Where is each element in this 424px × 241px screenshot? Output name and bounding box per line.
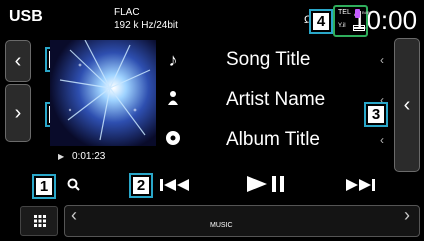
signal-icon: Y.il <box>338 23 346 29</box>
music-label: MUSIC <box>210 222 233 229</box>
tel-label: TEL <box>338 9 351 16</box>
sample-rate: 192 k Hz/24bit <box>114 20 178 31</box>
chevron-left-icon: ‹ <box>14 49 22 72</box>
play-pause-icon <box>247 176 284 192</box>
callout-1: 1 <box>32 174 56 199</box>
album-row[interactable]: Album Title ‹ <box>160 125 390 155</box>
grid-menu-icon <box>34 215 46 227</box>
elapsed-time: 0:01:23 <box>72 151 106 162</box>
artist-row[interactable]: Artist Name ‹ <box>160 85 390 115</box>
album-title: Album Title <box>226 129 320 150</box>
source-label: USB <box>9 8 43 25</box>
music-note-icon: ♪ <box>168 49 178 70</box>
next-track-button[interactable] <box>345 176 375 197</box>
skip-next-icon <box>346 179 375 191</box>
play-state-icon: ▶ <box>58 152 65 161</box>
previous-track-button[interactable] <box>160 176 190 197</box>
artist-name: Artist Name <box>226 89 326 110</box>
bottom-function-bar[interactable] <box>64 205 420 237</box>
chevron-right-icon[interactable]: › <box>404 205 410 226</box>
person-icon <box>160 90 186 111</box>
bt-profile-labels: Bt/BI <box>362 10 371 15</box>
chevron-left-icon: ‹ <box>403 93 411 116</box>
status-indicator-box: TEL Bt/BI Y.il <box>333 5 371 37</box>
play-pause-button[interactable] <box>247 176 287 197</box>
next-tab-button[interactable]: › <box>5 84 31 142</box>
callout-4: 4 <box>309 9 333 34</box>
skip-previous-icon <box>160 179 189 191</box>
phone-icon <box>355 9 360 18</box>
chevron-left-icon[interactable]: ‹ <box>380 53 384 67</box>
disc-icon <box>160 130 186 151</box>
search-icon <box>67 178 80 191</box>
callout-3: 3 <box>364 102 388 127</box>
chevron-left-icon[interactable]: ‹ <box>71 205 77 226</box>
menu-button[interactable] <box>20 206 58 236</box>
battery-icon <box>353 25 365 31</box>
right-panel-tab[interactable]: ‹ <box>394 38 420 172</box>
audio-format: FLAC <box>114 7 140 18</box>
chevron-right-icon: › <box>14 101 22 124</box>
search-button[interactable] <box>67 178 80 194</box>
album-art <box>50 40 156 146</box>
prev-tab-button[interactable]: ‹ <box>5 40 31 82</box>
track-title: Song Title <box>226 49 311 70</box>
track-title-row[interactable]: ♪ Song Title ‹ <box>160 45 390 75</box>
callout-2: 2 <box>129 173 153 198</box>
chevron-left-icon[interactable]: ‹ <box>380 133 384 147</box>
